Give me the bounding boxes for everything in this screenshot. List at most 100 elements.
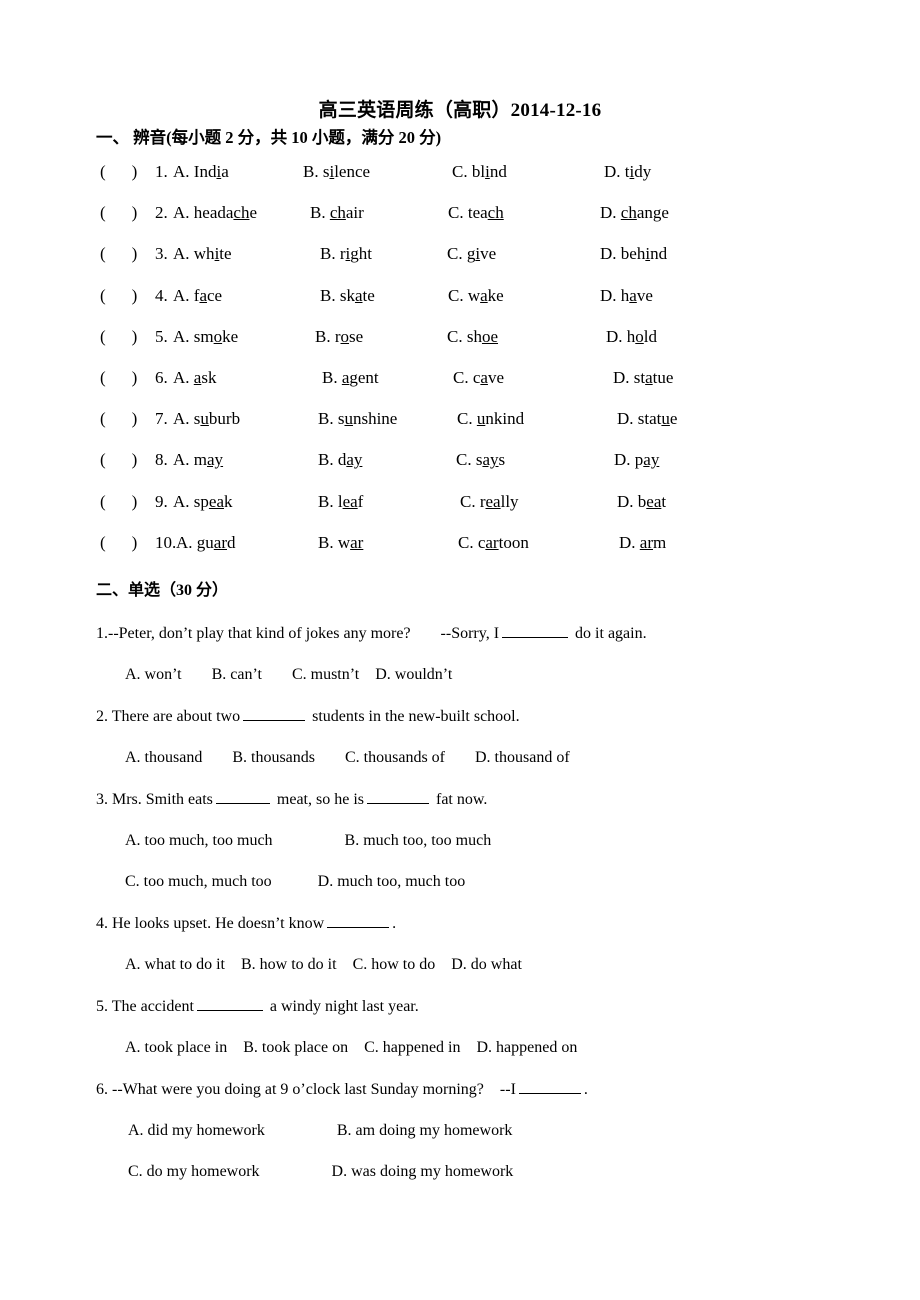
mc-option[interactable]: A. took place in [125, 1036, 227, 1060]
answer-bracket[interactable]: () [100, 275, 137, 316]
answer-bracket[interactable]: () [100, 316, 137, 357]
answer-blank[interactable] [243, 708, 306, 721]
answer-blank[interactable] [518, 1081, 581, 1094]
mc-option[interactable]: A. thousand [125, 746, 202, 770]
question-number: 8. [155, 450, 168, 470]
mc-option[interactable]: C. happened in [364, 1036, 460, 1060]
answer-bracket[interactable]: () [100, 357, 137, 398]
answer-bracket[interactable]: () [100, 192, 137, 233]
underlined-letters: i [475, 244, 481, 264]
phonetics-option-d[interactable]: D. beat [617, 481, 666, 522]
phonetics-option-d[interactable]: D. hold [606, 316, 657, 357]
option-label: B. [310, 203, 330, 223]
mc-option[interactable]: D. was doing my homework [332, 1160, 514, 1184]
phonetics-option-d[interactable]: D. have [600, 275, 653, 316]
mc-option[interactable]: B. am doing my homework [337, 1119, 513, 1143]
phonetics-option-a[interactable]: A. face [173, 275, 222, 316]
mc-option[interactable]: D. do what [451, 953, 522, 977]
underlined-letters: o [213, 326, 223, 346]
phonetics-option-c[interactable]: C. unkind [457, 398, 524, 439]
option-label: A. [173, 162, 194, 181]
phonetics-option-d[interactable]: D. tidy [604, 151, 651, 192]
underlined-letters: ar [213, 532, 227, 552]
phonetics-option-d[interactable]: D. pay [614, 439, 659, 480]
mc-option[interactable]: A. won’t [125, 663, 182, 687]
phonetics-option-c[interactable]: C. really [460, 481, 519, 522]
phonetics-option-a[interactable]: A. may [173, 439, 223, 480]
question-text: a windy night last year. [265, 997, 419, 1015]
mc-option[interactable]: C. how to do [353, 953, 436, 977]
phonetics-option-b[interactable]: B. agent [322, 357, 379, 398]
phonetics-option-b[interactable]: B. silence [303, 151, 370, 192]
mc-option[interactable]: B. thousands [232, 746, 315, 770]
mc-option[interactable]: C. mustn’t [292, 663, 359, 687]
phonetics-option-c[interactable]: C. wake [448, 275, 504, 316]
mc-option[interactable]: D. wouldn’t [375, 663, 452, 687]
answer-blank[interactable] [327, 915, 390, 928]
phonetics-option-c[interactable]: C. cartoon [458, 522, 529, 563]
phonetics-option-c[interactable]: C. shoe [447, 316, 498, 357]
answer-bracket[interactable]: () [100, 439, 137, 480]
answer-bracket[interactable]: () [100, 151, 137, 192]
phonetics-option-b[interactable]: B. right [320, 233, 372, 274]
answer-blank[interactable] [215, 791, 270, 804]
phonetics-option-c[interactable]: C. cave [453, 357, 504, 398]
answer-blank[interactable] [502, 625, 569, 638]
phonetics-option-c[interactable]: C. says [456, 439, 505, 480]
mc-option[interactable]: B. can’t [212, 663, 262, 687]
answer-blank[interactable] [366, 791, 429, 804]
answer-bracket[interactable]: () [100, 233, 137, 274]
mc-option[interactable]: C. thousands of [345, 746, 445, 770]
bracket-open: ( [100, 450, 106, 470]
underlined-letters: ay [643, 450, 660, 470]
phonetics-option-c[interactable]: C. give [447, 233, 496, 274]
mc-options-row: A. won’t B. can’t C. mustn’t D. wouldn’t [0, 663, 920, 687]
underlined-letters: a [354, 285, 363, 305]
mc-option[interactable]: C. too much, much too [125, 870, 272, 894]
phonetics-option-d[interactable]: D. arm [619, 522, 666, 563]
mc-option[interactable]: A. what to do it [125, 953, 225, 977]
mc-option[interactable]: A. did my homework [128, 1119, 265, 1143]
phonetics-option-b[interactable]: B. war [318, 522, 363, 563]
mc-option[interactable]: B. much too, too much [345, 829, 492, 853]
mc-option[interactable]: C. do my homework [128, 1160, 260, 1184]
mc-option[interactable]: D. thousand of [475, 746, 570, 770]
mc-option[interactable]: B. took place on [243, 1036, 348, 1060]
option-label: B. [315, 326, 335, 346]
mc-option[interactable]: A. too much, too much [125, 829, 273, 853]
phonetics-option-a[interactable]: A. speak [173, 481, 233, 522]
phonetics-option-a[interactable]: A. guard [176, 522, 236, 563]
phonetics-option-c[interactable]: C. teach [448, 192, 504, 233]
phonetics-row: () 3. A. white B. right C. give D. behind [0, 233, 920, 274]
answer-blank[interactable] [196, 998, 263, 1011]
phonetics-option-d[interactable]: D. statue [617, 398, 677, 439]
phonetics-option-c[interactable]: C. blind [452, 151, 507, 192]
phonetics-option-a[interactable]: A. headache [173, 192, 257, 233]
answer-bracket[interactable]: () [100, 398, 137, 439]
phonetics-option-b[interactable]: B. chair [310, 192, 364, 233]
answer-bracket[interactable]: () [100, 481, 137, 522]
mc-option[interactable]: B. how to do it [241, 953, 337, 977]
phonetics-option-a[interactable]: A. ask [173, 357, 216, 398]
phonetics-option-b[interactable]: B. day [318, 439, 362, 480]
phonetics-option-b[interactable]: B. skate [320, 275, 375, 316]
mc-option[interactable]: D. happened on [477, 1036, 578, 1060]
phonetics-option-a[interactable]: A. suburb [173, 398, 240, 439]
phonetics-option-a[interactable]: A. smoke [173, 316, 238, 357]
phonetics-option-b[interactable]: B. leaf [318, 481, 363, 522]
underlined-letters: ea [646, 491, 662, 511]
option-label: D. [619, 532, 640, 552]
option-label: B. [318, 450, 338, 470]
phonetics-option-d[interactable]: D. behind [600, 233, 667, 274]
phonetics-option-b[interactable]: B. sunshine [318, 398, 397, 439]
answer-bracket[interactable]: () [100, 522, 137, 563]
option-label: D. [617, 409, 638, 429]
phonetics-option-a[interactable]: A. white [173, 233, 232, 274]
mc-option[interactable]: D. much too, much too [318, 870, 466, 894]
section-2-heading: 二、单选（30 分） [96, 581, 229, 599]
phonetics-option-d[interactable]: D. change [600, 192, 669, 233]
mc-question-stem: 1.--Peter, don’t play that kind of jokes… [0, 622, 920, 646]
phonetics-option-b[interactable]: B. rose [315, 316, 363, 357]
phonetics-option-a[interactable]: A. India [173, 151, 229, 192]
phonetics-option-d[interactable]: D. statue [613, 357, 673, 398]
